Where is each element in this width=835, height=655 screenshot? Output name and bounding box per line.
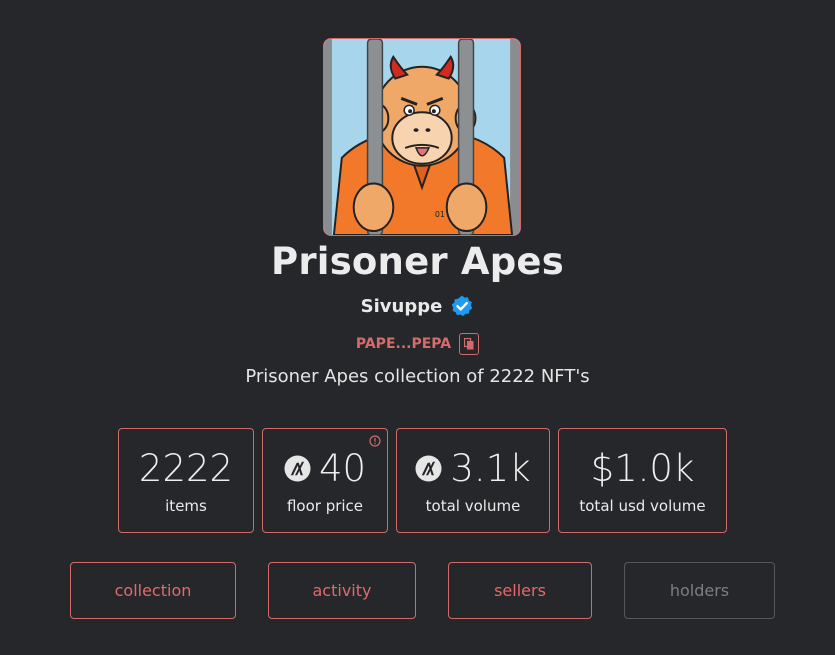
algorand-icon	[415, 455, 442, 482]
stat-total-volume-label: total volume	[425, 497, 521, 515]
copy-address-button[interactable]	[459, 333, 480, 355]
stat-total-volume-value: 3.1k	[450, 447, 531, 490]
address-row: PAPE...PEPA	[0, 333, 835, 355]
tab-activity[interactable]: activity	[268, 562, 416, 619]
tab-collection[interactable]: collection	[70, 562, 236, 619]
stat-items-label: items	[165, 497, 207, 515]
svg-text:01: 01	[435, 210, 445, 219]
verified-badge-icon	[452, 295, 473, 317]
stat-items: 2222 items	[118, 428, 254, 533]
tab-holders[interactable]: holders	[624, 562, 775, 619]
stat-total-usd-volume-value: $1.0k	[590, 447, 695, 490]
stat-total-volume: 3.1k total volume	[396, 428, 550, 533]
stat-total-usd-volume-label: total usd volume	[579, 497, 706, 515]
stat-floor-price: 40 floor price	[262, 428, 388, 533]
prisoner-ape-image: 01	[324, 39, 520, 235]
stat-items-value: 2222	[138, 447, 234, 490]
collection-title: Prisoner Apes	[271, 240, 564, 283]
collection-description: Prisoner Apes collection of 2222 NFT's	[245, 366, 590, 387]
stat-floor-price-label: floor price	[286, 497, 364, 515]
algorand-icon	[284, 455, 311, 482]
stat-total-usd-volume: $1.0k total usd volume	[558, 428, 727, 533]
tab-sellers[interactable]: sellers	[448, 562, 592, 619]
creator-address[interactable]: PAPE...PEPA	[356, 336, 451, 352]
creator-name[interactable]: Sivuppe	[361, 296, 443, 317]
creator-row: Sivuppe	[0, 294, 835, 318]
info-icon[interactable]	[369, 435, 381, 447]
copy-icon	[464, 338, 474, 350]
collection-avatar: 01	[323, 38, 521, 236]
stat-floor-price-value: 40	[318, 447, 367, 490]
